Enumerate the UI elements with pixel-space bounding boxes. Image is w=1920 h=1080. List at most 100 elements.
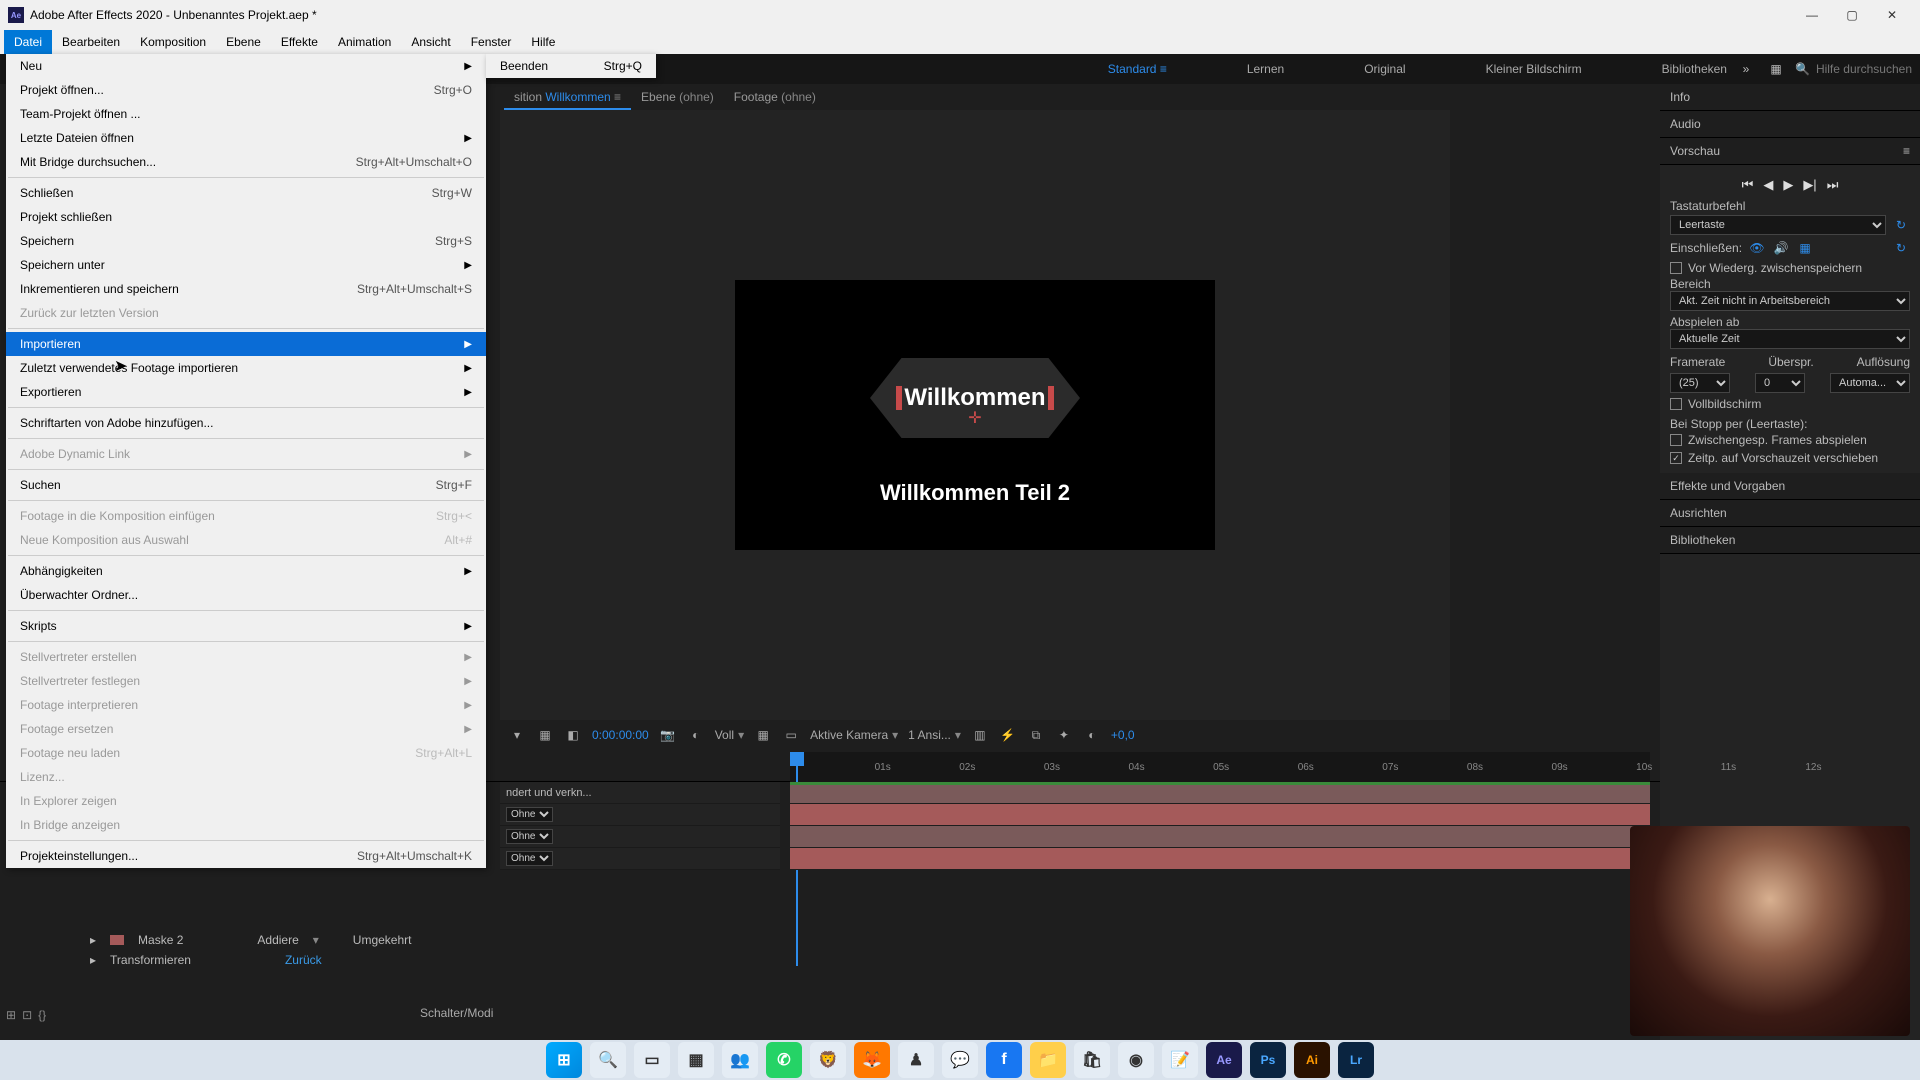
menu-item-inkrementieren-und-speichern[interactable]: Inkrementieren und speichernStrg+Alt+Ums… [6, 277, 486, 301]
workspace-kleiner bildschirm[interactable]: Kleiner Bildschirm [1486, 62, 1582, 76]
taskbar-wa[interactable]: ✆ [766, 1042, 802, 1078]
transform-label[interactable]: Transformieren [110, 953, 191, 967]
composition-viewer[interactable]: Willkommen ✛ Willkommen Teil 2 [500, 110, 1450, 720]
taskbar-widgets[interactable]: ▦ [678, 1042, 714, 1078]
menu-komposition[interactable]: Komposition [130, 30, 216, 54]
taskbar-folder[interactable]: 📁 [1030, 1042, 1066, 1078]
menu-item-suchen[interactable]: SuchenStrg+F [6, 473, 486, 497]
effects-panel-header[interactable]: Effekte und Vorgaben [1660, 473, 1920, 500]
menu-bearbeiten[interactable]: Bearbeiten [52, 30, 130, 54]
time-ruler[interactable]: 01s02s03s04s05s06s07s08s09s10s11s12s [790, 752, 1650, 782]
menu-item--berwachter-ordner-[interactable]: Überwachter Ordner... [6, 583, 486, 607]
selection-handle-right[interactable] [1048, 386, 1054, 410]
menu-item-projekt-schlie-en[interactable]: Projekt schließen [6, 205, 486, 229]
menu-item-neu[interactable]: Neu▶ [6, 54, 486, 78]
play-button[interactable]: ▶ [1783, 177, 1793, 193]
current-timecode[interactable]: 0:00:00:00 [592, 728, 649, 742]
next-frame-button[interactable]: ▶| [1803, 177, 1816, 193]
magnification-dropdown[interactable]: ▾ [508, 726, 526, 744]
menu-item-speichern[interactable]: SpeichernStrg+S [6, 229, 486, 253]
menu-item-abh-ngigkeiten[interactable]: Abhängigkeiten▶ [6, 559, 486, 583]
precache-checkbox[interactable] [1670, 262, 1682, 274]
menu-ansicht[interactable]: Ansicht [401, 30, 460, 54]
cached-checkbox[interactable] [1670, 434, 1682, 446]
preview-res-dropdown[interactable]: Automa... [1830, 373, 1910, 393]
menu-animation[interactable]: Animation [328, 30, 401, 54]
menu-item-letzte-dateien-ffnen[interactable]: Letzte Dateien öffnen▶ [6, 126, 486, 150]
menu-item-speichern-unter[interactable]: Speichern unter▶ [6, 253, 486, 277]
window-minimize-button[interactable]: — [1792, 0, 1832, 30]
framerate-dropdown[interactable]: (25) [1670, 373, 1730, 393]
layer-mode-dropdown[interactable]: Ohne [506, 807, 553, 822]
selection-handle-left[interactable] [896, 386, 902, 410]
taskbar-teams[interactable]: 👥 [722, 1042, 758, 1078]
comp-tab[interactable]: Footage (ohne) [724, 86, 826, 110]
transform-reset[interactable]: Zurück [285, 953, 322, 967]
track-bar[interactable] [790, 848, 1650, 870]
prev-frame-button[interactable]: ◀ [1763, 177, 1773, 193]
menu-item-zuletzt-verwendetes-footage-importieren[interactable]: Zuletzt verwendetes Footage importieren▶ [6, 356, 486, 380]
mask-inverted-label[interactable]: Umgekehrt [353, 933, 412, 947]
menu-item-exportieren[interactable]: Exportieren▶ [6, 380, 486, 404]
layer-mode-dropdown[interactable]: Ohne [506, 851, 553, 866]
menu-hilfe[interactable]: Hilfe [521, 30, 565, 54]
playfrom-dropdown[interactable]: Aktuelle Zeit [1670, 329, 1910, 349]
taskbar-search[interactable]: 🔍 [590, 1042, 626, 1078]
movetime-checkbox[interactable]: ✓ [1670, 452, 1682, 464]
window-close-button[interactable]: ✕ [1872, 0, 1912, 30]
grid-icon[interactable]: ▦ [536, 726, 554, 744]
resolution-dropdown[interactable]: Voll [715, 728, 734, 742]
shortcut-dropdown[interactable]: Leertaste [1670, 215, 1886, 235]
window-maximize-button[interactable]: ▢ [1832, 0, 1872, 30]
track-bar[interactable] [790, 804, 1650, 826]
exposure-value[interactable]: +0,0 [1111, 728, 1135, 742]
info-panel-header[interactable]: Info [1660, 84, 1920, 111]
shortcut-loop-icon[interactable]: ↻ [1892, 216, 1910, 234]
menu-item-schriftarten-von-adobe-hinzuf-gen-[interactable]: Schriftarten von Adobe hinzufügen... [6, 411, 486, 435]
audio-panel-header[interactable]: Audio [1660, 111, 1920, 138]
menu-item-projekteinstellungen-[interactable]: Projekteinstellungen...Strg+Alt+Umschalt… [6, 844, 486, 868]
menu-item-schlie-en[interactable]: SchließenStrg+W [6, 181, 486, 205]
canvas[interactable]: Willkommen ✛ Willkommen Teil 2 [735, 280, 1215, 550]
comp-tab[interactable]: Ebene (ohne) [631, 86, 724, 110]
menu-item-importieren[interactable]: Importieren▶ [6, 332, 486, 356]
include-overlays-icon[interactable]: ▦ [1796, 239, 1814, 257]
include-audio-icon[interactable]: 🔊 [1772, 239, 1790, 257]
include-video-icon[interactable]: 👁 [1748, 239, 1766, 257]
menu-item-skripts[interactable]: Skripts▶ [6, 614, 486, 638]
taskbar-task[interactable]: ▭ [634, 1042, 670, 1078]
skip-dropdown[interactable]: 0 [1755, 373, 1805, 393]
playhead[interactable] [790, 752, 804, 766]
anchor-point-icon[interactable]: ✛ [968, 408, 981, 428]
workspace-panel-icon[interactable]: ▦ [1765, 58, 1787, 80]
views-dropdown[interactable]: 1 Ansi... [908, 728, 951, 742]
menu-fenster[interactable]: Fenster [461, 30, 522, 54]
fullscreen-checkbox[interactable] [1670, 398, 1682, 410]
toggle-modes-icon[interactable]: ⊡ [22, 1008, 32, 1022]
timeline-tracks[interactable] [790, 782, 1650, 1040]
taskbar-lr[interactable]: Lr [1338, 1042, 1374, 1078]
exposure-reset-icon[interactable]: ◐ [1083, 726, 1101, 744]
channel-icon[interactable]: ◐ [687, 726, 705, 744]
flowchart-icon[interactable]: ✦ [1055, 726, 1073, 744]
taskbar-ae[interactable]: Ae [1206, 1042, 1242, 1078]
workspace-standard[interactable]: Standard ≡ [1108, 62, 1167, 76]
expand-icon[interactable]: ▸ [90, 933, 96, 947]
toggle-switches-icon[interactable]: ⊞ [6, 1008, 16, 1022]
toggle-brackets-icon[interactable]: {} [38, 1008, 46, 1022]
workspace-lernen[interactable]: Lernen [1247, 62, 1284, 76]
taskbar-msg[interactable]: 💬 [942, 1042, 978, 1078]
range-dropdown[interactable]: Akt. Zeit nicht in Arbeitsbereich [1670, 291, 1910, 311]
timeline-icon[interactable]: ⧉ [1027, 726, 1045, 744]
mask-color-chip[interactable] [110, 935, 124, 945]
taskbar-obs[interactable]: ◉ [1118, 1042, 1154, 1078]
panel-menu-icon[interactable]: ≡ [1903, 144, 1910, 158]
transparency-grid-icon[interactable]: ▦ [754, 726, 772, 744]
taskbar-ai[interactable]: Ai [1294, 1042, 1330, 1078]
taskbar-store[interactable]: 🛍 [1074, 1042, 1110, 1078]
libraries-panel-header[interactable]: Bibliotheken [1660, 527, 1920, 554]
menu-item-mit-bridge-durchsuchen-[interactable]: Mit Bridge durchsuchen...Strg+Alt+Umscha… [6, 150, 486, 174]
workspace-bibliotheken[interactable]: Bibliotheken [1662, 62, 1727, 76]
taskbar-notes[interactable]: 📝 [1162, 1042, 1198, 1078]
roi-icon[interactable]: ▭ [782, 726, 800, 744]
